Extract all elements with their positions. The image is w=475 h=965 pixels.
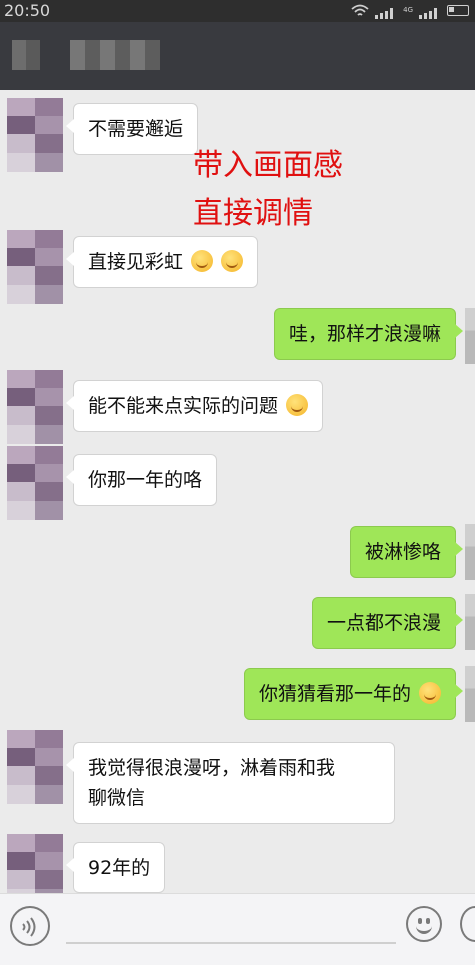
- thinking-emoji-icon: [286, 394, 309, 416]
- voice-icon[interactable]: [10, 906, 50, 946]
- message-bubble[interactable]: 不需要邂逅: [65, 103, 199, 155]
- avatar[interactable]: [7, 370, 63, 444]
- message-bubble[interactable]: 直接见彩虹: [65, 236, 259, 288]
- emoji-icon[interactable]: [406, 906, 442, 942]
- plus-icon[interactable]: [460, 906, 475, 942]
- message-text: 直接见彩虹: [88, 251, 184, 273]
- status-bar: 20:50 4G: [0, 0, 475, 22]
- overlay-caption-line2: 直接调情: [193, 196, 313, 231]
- avatar[interactable]: [7, 730, 63, 804]
- message-text: 不需要邂逅: [88, 118, 184, 140]
- message-text: 被淋惨咯: [364, 541, 441, 563]
- back-button-pixelated[interactable]: [12, 40, 40, 70]
- message-text: 我觉得很浪漫呀，淋着雨和我: [88, 757, 336, 779]
- signal-icon: [375, 4, 397, 19]
- message-bubble[interactable]: 被淋惨咯: [349, 526, 464, 578]
- self-avatar[interactable]: [465, 594, 475, 650]
- overlay-caption-line1: 带入画面感: [193, 148, 343, 183]
- self-avatar[interactable]: [465, 666, 475, 722]
- network-label: 4G: [403, 6, 413, 14]
- message-text: 92年的: [88, 857, 151, 879]
- wifi-icon: [351, 3, 369, 17]
- self-avatar[interactable]: [465, 308, 475, 364]
- message-bubble[interactable]: 你猜猜看那一年的: [243, 668, 464, 720]
- thinking-emoji-icon: [221, 250, 244, 272]
- message-bubble[interactable]: 一点都不浪漫: [311, 597, 464, 649]
- avatar[interactable]: [7, 98, 63, 172]
- contact-name-pixelated: [70, 40, 160, 70]
- status-time: 20:50: [4, 1, 51, 20]
- signal-icon-2: [419, 4, 441, 19]
- message-bubble[interactable]: 能不能来点实际的问题: [65, 380, 324, 432]
- smile-emoji-icon: [419, 682, 441, 704]
- chat-area[interactable]: 不需要邂逅 带入画面感 直接调情 直接见彩虹 哇，那样才浪漫嘛 能不能来点实际的…: [0, 90, 475, 908]
- message-text: 能不能来点实际的问题: [88, 395, 279, 417]
- avatar[interactable]: [7, 446, 63, 520]
- message-bubble[interactable]: 哇，那样才浪漫嘛: [273, 308, 464, 360]
- message-text: 你猜猜看那一年的: [258, 683, 411, 705]
- title-bar: [0, 22, 475, 90]
- message-bubble[interactable]: 92年的: [65, 842, 166, 893]
- message-bubble[interactable]: 我觉得很浪漫呀，淋着雨和我 聊微信: [66, 742, 395, 824]
- input-bar: [0, 893, 475, 965]
- message-bubble[interactable]: 你那一年的咯: [65, 454, 218, 506]
- thinking-emoji-icon: [191, 250, 214, 272]
- message-input[interactable]: [66, 942, 396, 944]
- message-text: 哇，那样才浪漫嘛: [288, 323, 441, 345]
- self-avatar[interactable]: [465, 524, 475, 580]
- battery-icon: [447, 4, 469, 16]
- avatar[interactable]: [7, 230, 63, 304]
- message-text: 一点都不浪漫: [326, 612, 441, 634]
- message-text: 你那一年的咯: [88, 469, 203, 491]
- message-text: 聊微信: [88, 787, 146, 809]
